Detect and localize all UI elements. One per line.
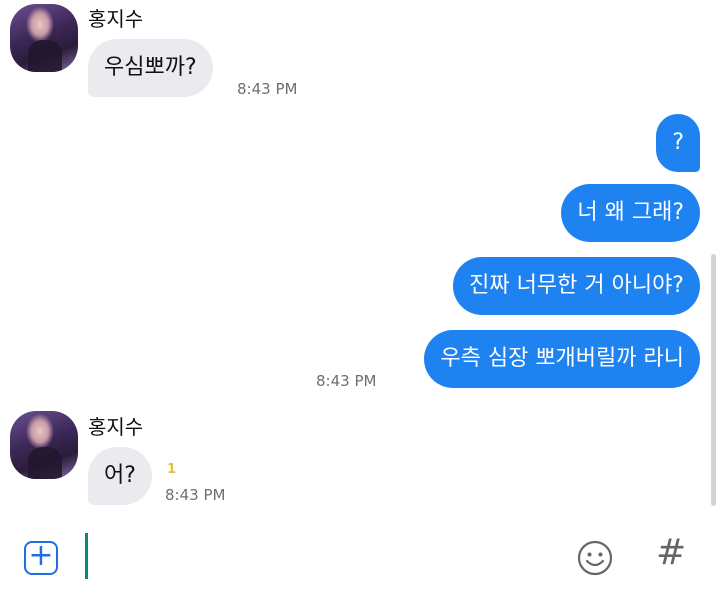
message-bubble[interactable]: 진짜 너무한 거 아니야? [453, 257, 700, 315]
message-bubble[interactable]: 너 왜 그래? [561, 184, 700, 242]
sender-avatar[interactable] [10, 411, 78, 479]
smiley-icon[interactable] [576, 539, 614, 577]
message-time: 8:43 PM [316, 372, 377, 390]
message-bubble[interactable]: 어? [88, 447, 152, 505]
message-bubble[interactable]: 우측 심장 뽀개버릴까 라니 [424, 330, 700, 388]
hashtag-button[interactable]: # [656, 535, 686, 571]
message-bubble[interactable]: 우심뽀까? [88, 39, 213, 97]
message-input[interactable] [85, 533, 88, 579]
sender-name: 홍지수 [88, 415, 144, 439]
message-bubble[interactable]: ? [656, 114, 700, 172]
sender-name: 홍지수 [88, 7, 144, 31]
message-time: 8:43 PM [165, 486, 226, 504]
unread-count: 1 [167, 462, 177, 477]
message-time: 8:43 PM [237, 80, 298, 98]
sender-avatar[interactable] [10, 4, 78, 72]
scrollbar[interactable] [711, 254, 716, 506]
plus-square-icon[interactable]: + [24, 541, 58, 575]
